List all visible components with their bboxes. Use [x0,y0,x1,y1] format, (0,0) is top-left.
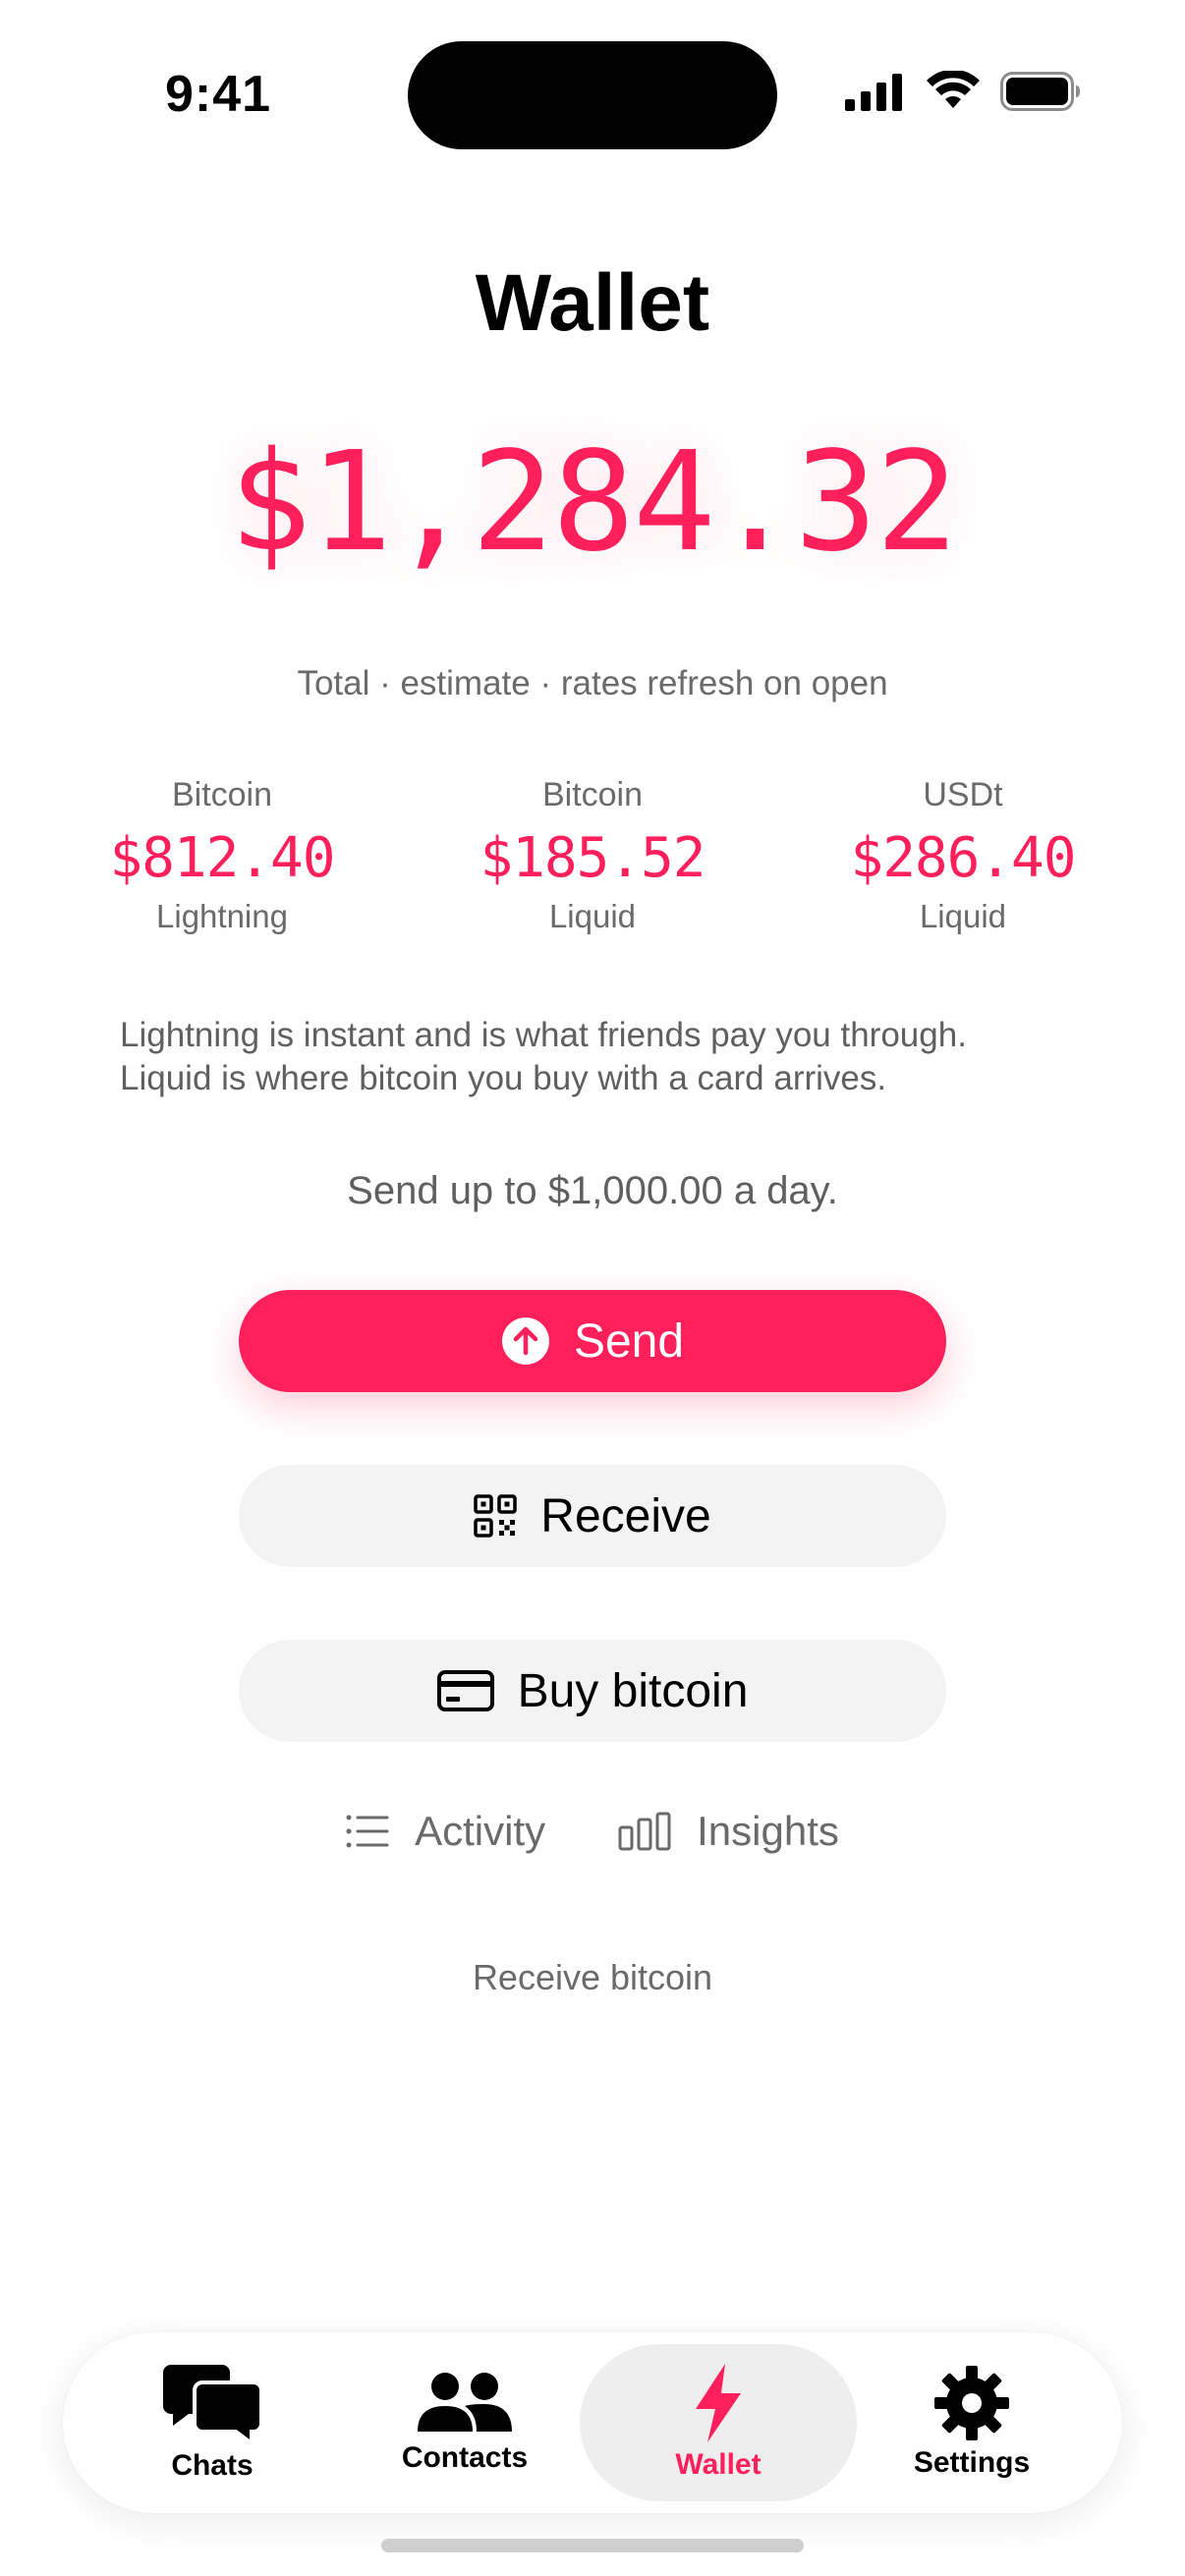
dynamic-island [408,41,777,149]
tab-settings[interactable]: Settings [833,2344,1110,2501]
activity-link[interactable]: Activity [346,1808,545,1855]
send-button[interactable]: Send [239,1290,946,1392]
cellular-signal-icon [845,74,902,111]
list-icon [346,1815,389,1848]
home-indicator[interactable] [381,2539,804,2552]
bucket-asset: Bitcoin [541,776,644,813]
status-time: 9:41 [165,66,272,123]
insights-link[interactable]: Insights [618,1808,839,1855]
total-balance: $1,284.32 [228,422,959,583]
balance-note: Total · estimate · rates refresh on open [297,664,888,702]
tab-contacts[interactable]: Contacts [326,2344,603,2501]
bucket-usdt-liquid: USDt $286.40 Liquid [806,776,1120,935]
bucket-amount: $185.52 [480,826,705,890]
network-explanation: Lightning is instant and is what friends… [120,1014,1083,1100]
credit-card-icon [436,1670,494,1711]
page-title: Wallet [475,258,710,348]
bucket-network: Lightning [156,898,288,934]
buy-bitcoin-button[interactable]: Buy bitcoin [239,1640,946,1742]
lightning-bolt-icon [696,2364,741,2442]
chat-bubbles-icon [163,2365,261,2443]
people-icon [418,2373,512,2432]
tab-contacts-label: Contacts [401,2441,529,2474]
send-button-label: Send [573,1315,685,1368]
wifi-icon [927,71,980,108]
insights-link-label: Insights [697,1808,839,1854]
activity-link-label: Activity [415,1808,546,1854]
gear-icon [934,2366,1009,2440]
qr-code-icon [474,1494,518,1538]
bucket-asset: USDt [923,776,1003,813]
explanation-line-liquid: Liquid is where bitcoin you buy with a c… [120,1059,887,1097]
tab-wallet-label: Wallet [675,2448,762,2481]
arrow-up-circle-icon [501,1317,549,1365]
status-icons [845,71,1081,112]
bucket-asset: Bitcoin [171,776,273,813]
bar-chart-icon [618,1812,671,1851]
tab-settings-label: Settings [913,2446,1031,2479]
tab-chats-label: Chats [171,2449,254,2482]
bucket-bitcoin-liquid: Bitcoin $185.52 Liquid [435,776,750,935]
bucket-network: Liquid [548,898,637,934]
buy-bitcoin-button-label: Buy bitcoin [517,1664,749,1717]
bucket-amount: $812.40 [109,826,335,890]
explanation-line-lightning: Lightning is instant and is what friends… [120,1016,967,1054]
tab-wallet[interactable]: Wallet [580,2344,857,2501]
receive-button-label: Receive [540,1489,711,1542]
bucket-network: Liquid [919,898,1007,934]
battery-icon [1000,72,1080,111]
bucket-amount: $286.40 [850,826,1076,890]
secondary-links: Activity Insights [0,1808,1185,1855]
receive-bitcoin-link[interactable]: Receive bitcoin [0,1957,1185,1998]
tab-chats[interactable]: Chats [74,2344,351,2501]
tab-bar: Chats Contacts Wallet Settings [63,2332,1122,2513]
receive-button[interactable]: Receive [239,1465,946,1567]
bucket-bitcoin-lightning: Bitcoin $812.40 Lightning [65,776,379,935]
send-limit-text: Send up to $1,000.00 a day. [347,1169,838,1212]
wallet-screen: 9:41 Wallet $1,284.32 Total · estimate ·… [0,0,1185,2576]
